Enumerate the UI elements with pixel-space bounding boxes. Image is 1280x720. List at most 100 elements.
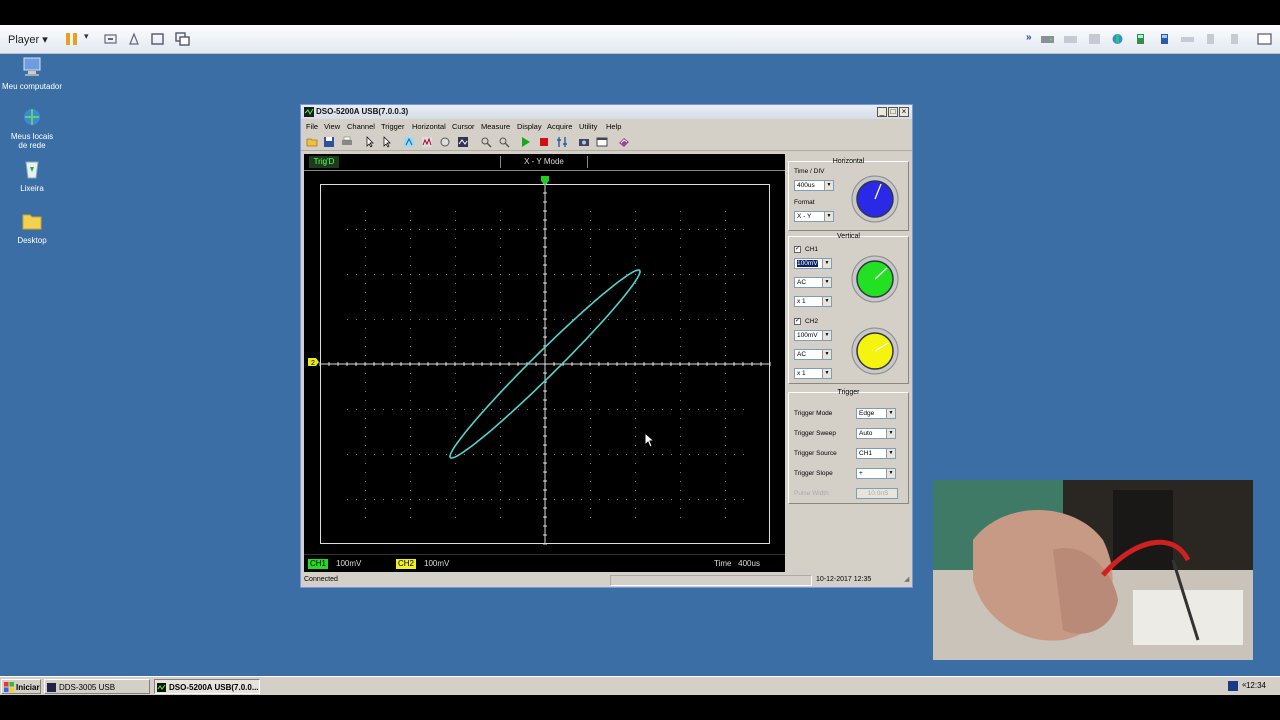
ch1-checkbox[interactable]: ✓ [794,246,801,253]
player-toolbar: Player ▾ ▾ » [0,25,1280,54]
menu-utility[interactable]: Utility [579,122,597,131]
run-icon[interactable] [520,136,532,148]
scope-display[interactable]: 2 Trig'D X - Y Mode CH1 100mV CH2 100mV … [304,154,785,572]
window-status-bar: Connected 10-12-2017 12:35 ◢ [301,575,912,587]
desktop-icon-recycle-bin[interactable]: Lixeira [0,159,64,193]
ref-waveform-icon[interactable] [457,136,469,148]
horizontal-knob[interactable] [850,174,900,224]
resize-grip-icon[interactable]: ◢ [904,575,909,583]
zoom-out-icon[interactable] [498,136,510,148]
grid-dot [590,481,591,482]
menu-measure[interactable]: Measure [481,122,510,131]
cd-drive-icon[interactable] [1063,32,1078,46]
time-div-label: Time / DIV [794,168,825,175]
unity-icon[interactable] [175,32,190,46]
grid-dot [500,220,501,221]
minimize-button[interactable]: _ [877,107,887,117]
player-menu-button[interactable]: Player ▾ [8,33,48,46]
grid-dot [500,337,501,338]
usb-device-2-icon[interactable] [1157,32,1172,46]
grid-dot [500,445,501,446]
menu-channel[interactable]: Channel [347,122,375,131]
sound-card-icon[interactable] [1203,32,1218,46]
menu-help[interactable]: Help [606,122,621,131]
grid-dot [680,265,681,266]
chevron-down-icon[interactable]: ▾ [84,31,99,45]
pause-icon[interactable] [64,32,79,46]
ch2-volts-knob[interactable] [850,326,900,376]
maximize-button[interactable]: □ [888,107,898,117]
desktop-icon-desktop-folder[interactable]: Desktop [0,211,64,245]
ch1-coupling-select[interactable]: AC ▼ [794,277,832,288]
grid-dot [401,499,402,500]
menu-cursor[interactable]: Cursor [452,122,475,131]
book-icon[interactable] [618,136,630,148]
pointer-icon[interactable] [364,136,376,148]
close-button[interactable]: × [899,107,909,117]
grid-dot [455,373,456,374]
taskbar-item-dds[interactable]: DDS-3005 USB [44,679,150,694]
print-icon[interactable] [341,136,353,148]
menu-horizontal[interactable]: Horizontal [412,122,446,131]
menu-display[interactable]: Display [517,122,542,131]
send-ctrl-alt-del-icon[interactable] [103,32,118,46]
ch2-volts-select[interactable]: 100mV ▼ [794,330,832,341]
removable-devices-icon[interactable] [127,32,142,46]
fft-icon[interactable] [421,136,433,148]
taskbar-item-dso[interactable]: DSO-5200A USB(7.0.0... [154,679,260,694]
menu-acquire[interactable]: Acquire [547,122,572,131]
trigger-source-select[interactable]: CH1 ▼ [856,448,896,459]
measure-icon[interactable] [403,136,415,148]
hard-disk-icon[interactable] [1040,32,1055,46]
usb-port-icon[interactable] [1227,32,1242,46]
grid-dot [491,454,492,455]
grid-dot [725,499,726,500]
floppy-icon[interactable] [1087,32,1102,46]
grid-dot [401,229,402,230]
ch1-volts-select[interactable]: 100mV ▼ [794,258,832,269]
grid-dot [428,454,429,455]
menu-file[interactable]: File [306,122,318,131]
menu-view[interactable]: View [324,122,340,131]
math-icon[interactable] [439,136,451,148]
ch1-probe-select[interactable]: x 1 ▼ [794,296,832,307]
usb-device-icon[interactable] [1133,32,1148,46]
grid-dot [617,274,618,275]
ch2-probe-select[interactable]: x 1 ▼ [794,368,832,379]
language-indicator-icon[interactable] [1228,681,1238,691]
grid-dot [446,319,447,320]
camera-icon[interactable] [578,136,590,148]
open-folder-icon[interactable] [306,136,318,148]
grid-dot [536,454,537,455]
desktop-icon-my-computer[interactable]: Meu computador [0,57,64,91]
desktop-icon-network-places[interactable]: Meus locais de rede [0,107,64,150]
ch1-volts-knob[interactable] [850,254,900,304]
trigger-mode-select[interactable]: Edge ▼ [856,408,896,419]
ch2-checkbox[interactable]: ✓ [794,318,801,325]
grid-dot [491,274,492,275]
grid-dot [365,337,366,338]
start-button[interactable]: Iniciar [1,679,41,694]
grid-dot [725,400,726,401]
fullscreen-icon[interactable] [150,32,165,46]
trigger-slope-select[interactable]: + ▼ [856,468,896,479]
printer-icon[interactable] [1180,32,1195,46]
network-adapter-icon[interactable] [1110,32,1125,46]
menu-trigger[interactable]: Trigger [381,122,404,131]
format-select[interactable]: X - Y ▼ [794,211,834,222]
stop-icon[interactable] [538,136,550,148]
time-div-select[interactable]: 400us ▼ [794,180,834,191]
trigger-sweep-select[interactable]: Auto ▼ [856,428,896,439]
select-pointer-icon[interactable] [381,136,393,148]
window-titlebar[interactable]: DSO-5200A USB(7.0.0.3) _ □ × [301,105,912,119]
window-icon[interactable] [596,136,608,148]
auto-setup-icon[interactable] [556,136,568,148]
time-div-value: 400us [797,182,815,189]
save-icon[interactable] [323,136,335,148]
grid-dot [680,301,681,302]
ch2-coupling-select[interactable]: AC ▼ [794,349,832,360]
grid-dot [410,301,411,302]
message-icon[interactable] [1257,32,1272,46]
double-chevron-right-icon[interactable]: » [1026,32,1041,46]
zoom-in-icon[interactable] [480,136,492,148]
